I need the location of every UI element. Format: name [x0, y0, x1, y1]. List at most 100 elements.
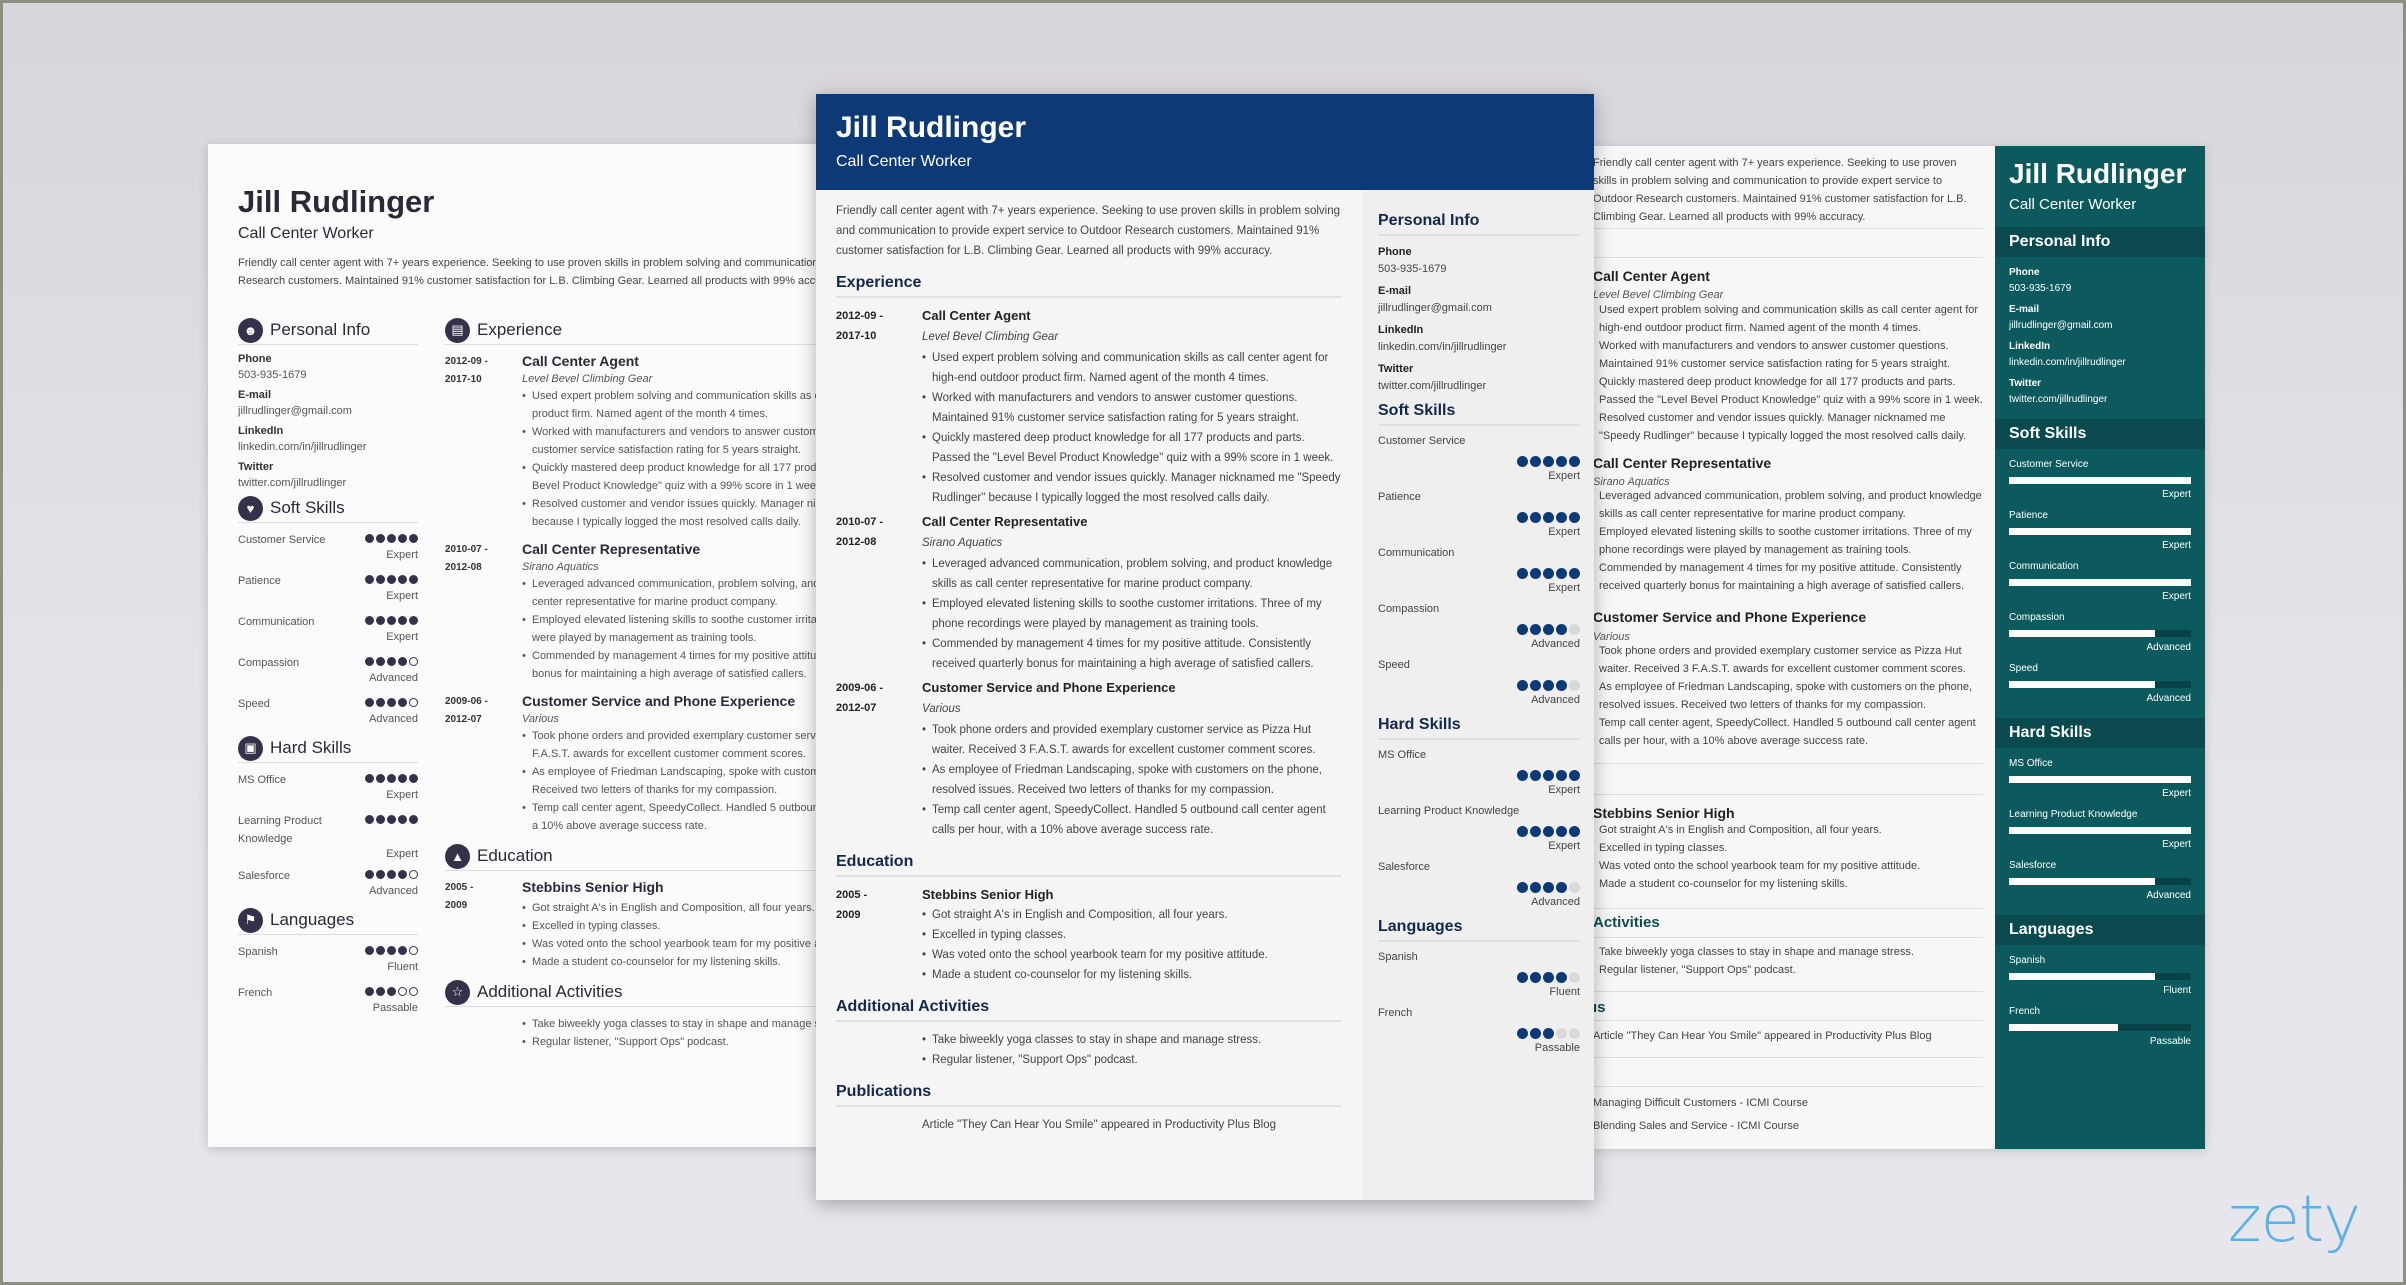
bullet-item: Take biweekly yoga classes to stay in sh…: [922, 1030, 1341, 1050]
bullet-item: Temp call center agent, SpeedyCollect. H…: [1599, 717, 1976, 747]
skill-item: French Passable: [1378, 1007, 1580, 1054]
skill-item: Speed Advanced: [2009, 663, 2191, 704]
skill-level: Passable: [1534, 1042, 1580, 1054]
skill-rating-dots: [365, 946, 418, 955]
linkedin-value: linkedin.com/in/jillrudlinger: [238, 441, 367, 453]
skill-name: Spanish: [2009, 955, 2046, 966]
filled-dot-icon: [398, 616, 407, 625]
skill-level: Advanced: [369, 713, 418, 725]
section-title: Languages: [1995, 915, 2205, 945]
filled-dot-icon: [1543, 972, 1554, 983]
filled-dot-icon: [376, 575, 385, 584]
skill-item: Patience Expert: [2009, 510, 2191, 551]
skill-name: Learning Product Knowledge: [238, 815, 322, 845]
date-end: 2012-07: [445, 714, 482, 725]
filled-dot-icon: [365, 575, 374, 584]
skill-level: Advanced: [2146, 693, 2191, 704]
resume-summary: Friendly call center agent with 7+ years…: [1593, 157, 1967, 223]
skill-level-fill: [2009, 681, 2155, 688]
bullet-item: Resolved customer and vendor issues quic…: [922, 468, 1341, 508]
skill-level: Expert: [386, 848, 418, 860]
linkedin-value: linkedin.com/in/jillrudlinger: [1378, 341, 1507, 353]
bullet-item: Employed elevated listening skills to so…: [1599, 526, 1972, 556]
skill-level: Advanced: [2146, 642, 2191, 653]
skill-level: Expert: [1548, 840, 1580, 852]
bullet-item: Commended by management 4 times for my p…: [522, 647, 848, 683]
filled-dot-icon: [1530, 568, 1541, 579]
filled-dot-icon: [398, 575, 407, 584]
publication: Article "They Can Hear You Smile" appear…: [1593, 1030, 1932, 1042]
publication: Article "They Can Hear You Smile" appear…: [922, 1119, 1276, 1131]
skill-name: Salesforce: [238, 870, 290, 882]
skill-level: Expert: [1548, 784, 1580, 796]
filled-dot-icon: [1556, 770, 1567, 781]
skill-item: Spanish Fluent: [1378, 951, 1580, 998]
entry-company: Level Bevel Climbing Gear: [922, 331, 1059, 343]
filled-dot-icon: [1517, 624, 1528, 635]
experience-entry: 2009-06 - 2012-07 Customer Service and Pho…: [836, 678, 1341, 840]
entry-bullets: Leveraged advanced communication, proble…: [522, 575, 848, 683]
skill-level: Fluent: [387, 961, 418, 973]
entry-bullets: Took phone orders and provided exemplary…: [922, 720, 1341, 840]
school-name: Stebbins Senior High: [1593, 805, 1735, 821]
empty-dot-icon: [1569, 1028, 1580, 1039]
skill-level-fill: [2009, 579, 2191, 586]
skill-name: Speed: [238, 698, 270, 710]
zety-logo[interactable]: zety: [2228, 1183, 2361, 1257]
skill-name: Customer Service: [2009, 459, 2089, 470]
filled-dot-icon: [398, 774, 407, 783]
bullet-item: Resolved customer and vendor issues quic…: [1599, 412, 1967, 442]
entry-date: 2009-06 - 2012-07: [836, 678, 922, 840]
twitter-label: Twitter: [2009, 378, 2042, 389]
entry-body: Customer Service and Phone Experience Var…: [922, 678, 1341, 840]
experience-entry: 2010-07 - 2012-08 Call Center Representati…: [836, 512, 1341, 674]
resume-template-left[interactable]: Jill Rudlinger Call Center Worker Friend…: [208, 144, 848, 1147]
empty-dot-icon: [409, 870, 418, 879]
skill-item: Patience Expert: [1378, 491, 1580, 538]
entry-company: Various: [922, 703, 961, 715]
company: Level Bevel Climbing Gear: [1593, 289, 1724, 301]
empty-dot-icon: [409, 657, 418, 666]
filled-dot-icon: [409, 815, 418, 824]
resume-template-center[interactable]: Jill Rudlinger Call Center Worker Friend…: [816, 94, 1594, 1200]
empty-dot-icon: [398, 987, 407, 996]
center-sidebar: Personal Info Phone 503-935-1679 E-mail …: [1363, 190, 1594, 1200]
filled-dot-icon: [1530, 680, 1541, 691]
skill-name: Spanish: [238, 946, 278, 958]
filled-dot-icon: [1517, 770, 1528, 781]
bullet-item: Used expert problem solving and communic…: [522, 387, 848, 423]
resume-template-right[interactable]: Friendly call center agent with 7+ years…: [1593, 146, 2205, 1149]
skill-level-bar: [2009, 973, 2191, 980]
skill-name: Salesforce: [1378, 861, 1430, 873]
skill-level: Expert: [2162, 540, 2191, 551]
date-start: 2010-07 -: [445, 544, 488, 555]
main-column: Friendly call center agent with 7+ years…: [836, 201, 1341, 1135]
empty-dot-icon: [409, 987, 418, 996]
skill-level-bar: [2009, 878, 2191, 885]
filled-dot-icon: [1543, 770, 1554, 781]
entry-title: Call Center Representative: [522, 541, 701, 557]
heart-hand-icon: ♥: [238, 495, 263, 521]
filled-dot-icon: [409, 774, 418, 783]
skill-level: Expert: [2162, 489, 2191, 500]
experience-entry: 2012-09 - 2017-10 Call Center Agent Level B…: [445, 353, 848, 531]
skill-level: Expert: [386, 549, 418, 561]
filled-dot-icon: [1556, 882, 1567, 893]
filled-dot-icon: [398, 657, 407, 666]
skill-name: Learning Product Knowledge: [1378, 805, 1520, 817]
skill-name: Communication: [2009, 561, 2079, 572]
entry-body: Call Center Representative Sirano Aquatic…: [922, 512, 1341, 674]
email-label: E-mail: [1378, 285, 1412, 297]
skill-item: Speed Advanced: [238, 695, 418, 729]
skill-item: MS Office Expert: [2009, 758, 2191, 799]
skill-item: Customer Service Expert: [238, 531, 418, 565]
skill-name: Salesforce: [2009, 860, 2057, 871]
entry-title: Stebbins Senior High: [922, 887, 1054, 902]
filled-dot-icon: [1517, 1028, 1528, 1039]
job-title: Customer Service and Phone Experience: [1593, 609, 1867, 625]
entry-title: Call Center Agent: [922, 308, 1031, 323]
skill-item: Salesforce Advanced: [2009, 860, 2191, 901]
entry-bullets: Used expert problem solving and communic…: [922, 348, 1341, 508]
job-title: Call Center Agent: [1593, 268, 1710, 284]
section-title: Soft Skills: [270, 498, 345, 517]
